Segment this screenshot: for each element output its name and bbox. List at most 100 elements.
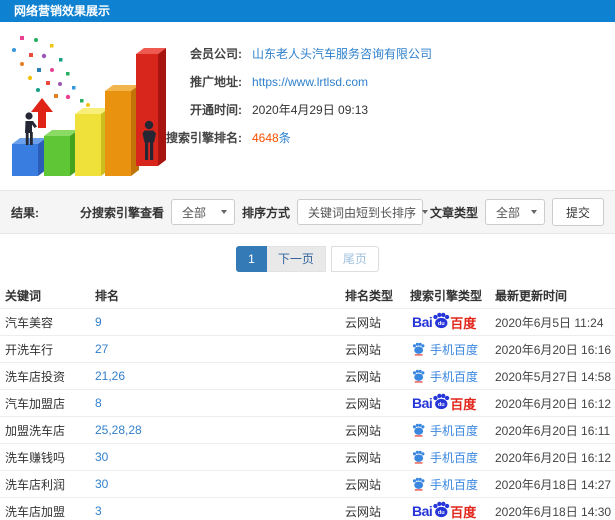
- col-rank: 排名: [95, 288, 120, 303]
- rank-type-cell: 云网站: [345, 477, 382, 492]
- keyword-cell: 汽车加盟店: [5, 396, 66, 411]
- updated-cell: 2020年6月20日 16:11: [495, 423, 611, 438]
- page-title: 网络营销效果展示: [14, 4, 111, 18]
- article-type-selected: 全部: [495, 205, 520, 220]
- rank-type-cell: 云网站: [345, 369, 382, 384]
- engine-rank-label: 搜索引擎排名:: [166, 131, 242, 145]
- sort-label: 排序方式: [241, 205, 290, 220]
- open-time-label: 开通时间:: [190, 103, 242, 117]
- table-row: 开洗车行 27 云网站 手机百度 2020年6月20日 16:16: [0, 335, 615, 362]
- rank-link[interactable]: 8: [90, 396, 345, 410]
- updated-cell: 2020年5月27日 14:58: [495, 369, 612, 384]
- rank-type-cell: 云网站: [345, 315, 382, 330]
- result-label: 结果:: [11, 205, 39, 220]
- engine-view-label: 分搜索引擎查看: [79, 205, 164, 220]
- mobile-baidu-logo: 手机百度: [412, 422, 478, 439]
- table-row: 加盟洗车店 25,28,28 云网站 手机百度 2020年6月20日 16:11: [0, 416, 615, 443]
- table-header-row: 关键词 排名 排名类型 搜索引擎类型 最新更新时间: [0, 282, 615, 308]
- svg-text:du: du: [438, 402, 445, 408]
- keyword-cell: 洗车店加盟: [5, 504, 66, 519]
- engine-view-select[interactable]: 全部: [170, 199, 235, 225]
- sort-selected: 关键词由短到长排序: [307, 205, 416, 220]
- rank-link[interactable]: 3: [90, 504, 345, 518]
- chevron-down-icon: [421, 210, 428, 214]
- baidu-paw-icon: du: [433, 501, 450, 518]
- chevron-down-icon: [220, 210, 227, 214]
- page-1-button[interactable]: 1: [236, 246, 267, 272]
- pagination: 1 下一页 尾页: [0, 234, 615, 282]
- member-company-link[interactable]: 山东老人头汽车服务咨询有限公司: [252, 47, 432, 61]
- table-row: 汽车加盟店 8 云网站 Bai du 百度 2020年6月20日 16:12: [0, 389, 615, 416]
- updated-cell: 2020年6月20日 16:12: [495, 450, 612, 465]
- rank-type-cell: 云网站: [345, 342, 382, 357]
- last-page-button[interactable]: 尾页: [330, 246, 379, 272]
- promo-url-link[interactable]: https://www.lrtlsd.com: [252, 75, 368, 89]
- rank-type-cell: 云网站: [345, 450, 382, 465]
- engine-rank-value: 4648条: [242, 124, 432, 152]
- keyword-cell: 开洗车行: [5, 342, 54, 357]
- table-row: 洗车店利润 30 云网站 手机百度 2020年6月18日 14:27: [0, 470, 615, 497]
- updated-cell: 2020年6月5日 11:24: [495, 315, 604, 330]
- baidu-logo: Bai du 百度: [412, 393, 477, 412]
- updated-cell: 2020年6月20日 16:16: [495, 342, 612, 357]
- rank-link[interactable]: 27: [90, 342, 345, 356]
- submit-button[interactable]: 提交: [551, 198, 604, 226]
- article-type-label: 文章类型: [429, 205, 478, 220]
- table-row: 汽车美容 9 云网站 Bai du 百度 2020年6月5日 11:24: [0, 308, 615, 335]
- baidu-paw-icon: [412, 423, 425, 437]
- company-info-grid: 会员公司: 山东老人头汽车服务咨询有限公司 推广地址: https://www.…: [132, 40, 432, 152]
- filter-controls: 分搜索引擎查看 全部 排序方式 关键词由短到长排序 文章类型 全部 提交: [80, 198, 604, 226]
- mobile-baidu-logo: 手机百度: [412, 341, 478, 358]
- col-engine-type: 搜索引擎类型: [410, 288, 483, 303]
- rank-link[interactable]: 30: [90, 477, 345, 491]
- open-time-value: 2020年4月29日 09:13: [252, 103, 369, 117]
- svg-text:du: du: [438, 510, 445, 516]
- updated-cell: 2020年6月20日 16:12: [495, 396, 612, 411]
- updated-cell: 2020年6月18日 14:30: [495, 504, 612, 519]
- page: 网络营销效果展示 会员公司: 山东老人头汽车服务咨询有限公司 推广地址: htt…: [0, 0, 615, 520]
- rank-link[interactable]: 30: [90, 450, 345, 464]
- rank-count: 4648: [252, 131, 279, 145]
- svg-text:du: du: [438, 321, 445, 327]
- mobile-baidu-logo: 手机百度: [412, 368, 478, 385]
- rank-type-cell: 云网站: [345, 504, 382, 519]
- article-type-select[interactable]: 全部: [484, 199, 545, 225]
- rank-unit: 条: [278, 131, 291, 145]
- keyword-cell: 洗车店利润: [5, 477, 66, 492]
- rank-link[interactable]: 21,26: [90, 369, 345, 383]
- rank-type-cell: 云网站: [345, 423, 382, 438]
- next-page-button[interactable]: 下一页: [266, 246, 326, 272]
- baidu-paw-icon: [412, 342, 425, 356]
- results-table: 关键词 排名 排名类型 搜索引擎类型 最新更新时间 汽车美容 9 云网站 Bai…: [0, 282, 615, 520]
- chevron-down-icon: [530, 210, 537, 214]
- baidu-paw-icon: du: [433, 312, 450, 329]
- promo-url-label: 推广地址:: [190, 75, 242, 89]
- table-row: 洗车赚钱吗 30 云网站 手机百度 2020年6月20日 16:12: [0, 443, 615, 470]
- baidu-paw-icon: [412, 450, 425, 464]
- updated-cell: 2020年6月18日 14:27: [495, 477, 612, 492]
- engine-view-selected: 全部: [181, 205, 206, 220]
- keyword-cell: 加盟洗车店: [5, 423, 66, 438]
- rank-link[interactable]: 25,28,28: [90, 423, 345, 437]
- keyword-cell: 汽车美容: [5, 315, 54, 330]
- col-updated: 最新更新时间: [495, 288, 568, 303]
- header-bar: 网络营销效果展示: [0, 0, 615, 22]
- member-company-label: 会员公司:: [190, 47, 242, 61]
- mobile-baidu-logo: 手机百度: [412, 449, 478, 466]
- baidu-paw-icon: du: [433, 393, 450, 410]
- sort-select[interactable]: 关键词由短到长排序: [296, 199, 428, 225]
- col-keyword: 关键词: [5, 288, 42, 303]
- keyword-cell: 洗车店投资: [5, 369, 66, 384]
- rank-link[interactable]: 9: [90, 315, 345, 329]
- confetti-dots: [12, 36, 90, 107]
- table-row: 洗车店加盟 3 云网站 Bai du 百度 2020年6月18日 14:30: [0, 497, 615, 520]
- keyword-cell: 洗车赚钱吗: [5, 450, 66, 465]
- baidu-paw-icon: [412, 477, 425, 491]
- company-info-section: 会员公司: 山东老人头汽车服务咨询有限公司 推广地址: https://www.…: [0, 22, 615, 190]
- mobile-baidu-logo: 手机百度: [412, 476, 478, 493]
- baidu-logo: Bai du 百度: [412, 312, 477, 331]
- filter-bar: 结果: 分搜索引擎查看 全部 排序方式 关键词由短到长排序 文章类型 全部 提交: [0, 190, 615, 234]
- table-row: 洗车店投资 21,26 云网站 手机百度 2020年5月27日 14:58: [0, 362, 615, 389]
- rank-type-cell: 云网站: [345, 396, 382, 411]
- baidu-paw-icon: [412, 369, 425, 383]
